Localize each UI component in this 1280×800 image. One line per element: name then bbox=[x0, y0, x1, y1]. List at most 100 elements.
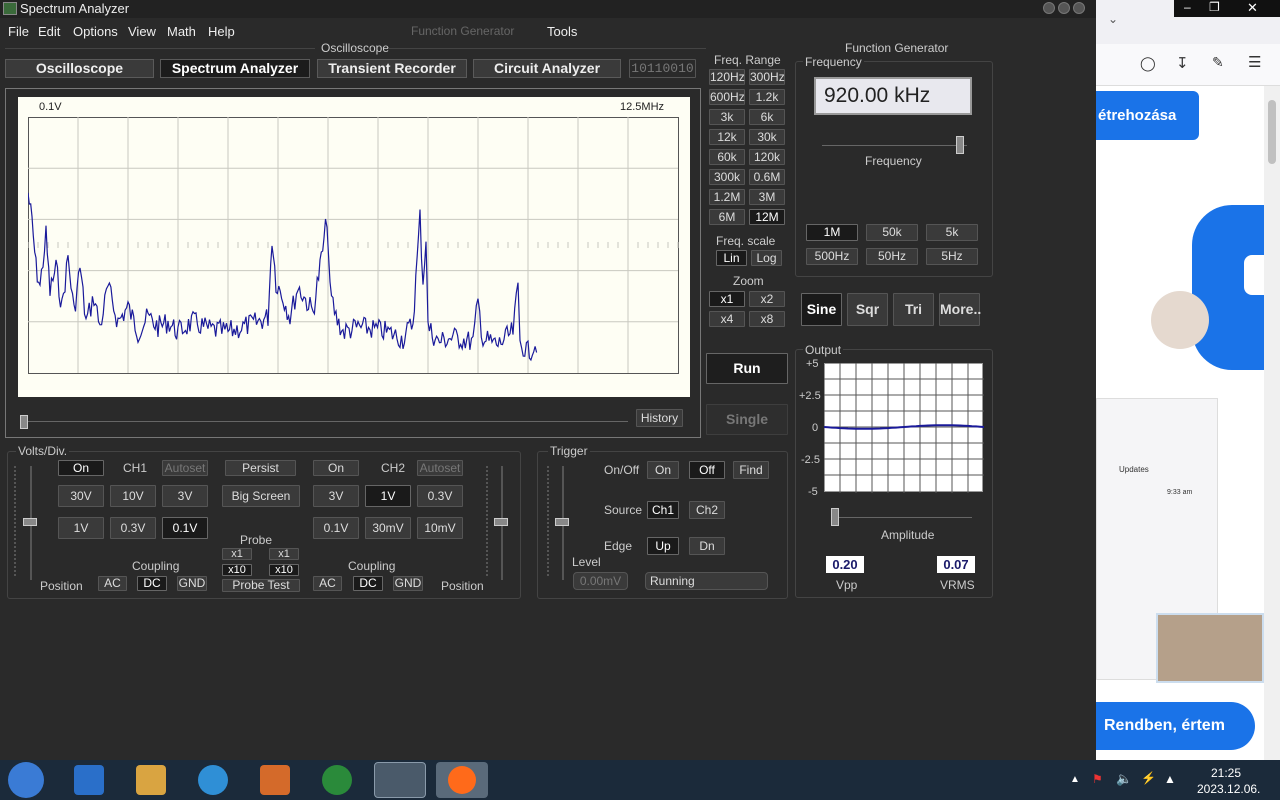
ch2-coupling-dc[interactable]: DC bbox=[353, 576, 383, 591]
frequency-range-button[interactable]: 5k bbox=[926, 224, 978, 241]
power-icon[interactable]: ⚡ bbox=[1141, 771, 1156, 785]
history-slider-knob[interactable] bbox=[20, 415, 28, 429]
freq-range-button[interactable]: 30k bbox=[749, 129, 785, 145]
frequency-slider-knob[interactable] bbox=[955, 136, 964, 154]
menu-icon[interactable]: ☰ bbox=[1248, 53, 1261, 71]
ch2-position-knob[interactable] bbox=[494, 518, 508, 526]
run-button[interactable]: Run bbox=[706, 353, 788, 384]
media-player-icon[interactable] bbox=[260, 765, 290, 795]
freq-range-button[interactable]: 6M bbox=[709, 209, 745, 225]
freq-range-button[interactable]: 3M bbox=[749, 189, 785, 205]
ch1-volt-button[interactable]: 30V bbox=[58, 485, 104, 507]
start-button[interactable] bbox=[8, 762, 44, 798]
close-icon[interactable]: ✕ bbox=[1247, 0, 1258, 16]
waveform-button-tri[interactable]: Tri bbox=[893, 293, 934, 326]
clock-date[interactable]: 2023.12.06. bbox=[1197, 782, 1260, 796]
freq-range-button[interactable]: 300Hz bbox=[749, 69, 785, 85]
ch1-probe-x10[interactable]: x10 bbox=[222, 564, 252, 576]
tab-oscilloscope[interactable]: Oscilloscope bbox=[5, 59, 154, 78]
ch2-volt-button[interactable]: 30mV bbox=[365, 517, 411, 539]
trigger-source-ch2[interactable]: Ch2 bbox=[689, 501, 725, 519]
freq-range-button[interactable]: 120Hz bbox=[709, 69, 745, 85]
frequency-range-button[interactable]: 5Hz bbox=[926, 248, 978, 265]
ch1-autoset-button[interactable]: Autoset bbox=[162, 460, 208, 476]
waveform-button-sqr[interactable]: Sqr bbox=[847, 293, 888, 326]
menu-math[interactable]: Math bbox=[167, 24, 196, 39]
trigger-find-button[interactable]: Find bbox=[733, 461, 769, 479]
zoom-x1-button[interactable]: x1 bbox=[709, 291, 745, 307]
probe-test-button[interactable]: Probe Test bbox=[222, 579, 300, 592]
freq-range-button[interactable]: 600Hz bbox=[709, 89, 745, 105]
freq-range-button[interactable]: 12k bbox=[709, 129, 745, 145]
ch2-volt-button[interactable]: 0.1V bbox=[313, 517, 359, 539]
ch2-volt-button[interactable]: 3V bbox=[313, 485, 359, 507]
history-button[interactable]: History bbox=[636, 409, 683, 427]
ch2-on-button[interactable]: On bbox=[313, 460, 359, 476]
waveform-button-more[interactable]: More.. bbox=[939, 293, 981, 326]
ch1-volt-button[interactable]: 1V bbox=[58, 517, 104, 539]
internet-explorer-icon[interactable] bbox=[74, 765, 104, 795]
file-explorer-icon[interactable] bbox=[136, 765, 166, 795]
trigger-off-button[interactable]: Off bbox=[689, 461, 725, 479]
scrollbar[interactable] bbox=[1264, 86, 1280, 760]
ch2-probe-x10[interactable]: x10 bbox=[269, 564, 299, 576]
ch1-position-knob[interactable] bbox=[23, 518, 37, 526]
trigger-level-knob[interactable] bbox=[555, 518, 569, 526]
ch1-volt-button[interactable]: 10V bbox=[110, 485, 156, 507]
menu-edit[interactable]: Edit bbox=[38, 24, 60, 39]
freq-range-button[interactable]: 6k bbox=[749, 109, 785, 125]
zoom-x4-button[interactable]: x4 bbox=[709, 311, 745, 327]
freq-range-button[interactable]: 0.6M bbox=[749, 169, 785, 185]
ch2-volt-button[interactable]: 10mV bbox=[417, 517, 463, 539]
scale-lin-button[interactable]: Lin bbox=[716, 250, 747, 266]
clock-time[interactable]: 21:25 bbox=[1211, 766, 1241, 780]
menu-function-generator[interactable]: Function Generator bbox=[411, 24, 514, 38]
ch2-volt-button[interactable]: 0.3V bbox=[417, 485, 463, 507]
scale-log-button[interactable]: Log bbox=[751, 250, 782, 266]
scrollbar-thumb[interactable] bbox=[1268, 100, 1276, 164]
close-button[interactable] bbox=[1073, 2, 1085, 14]
maximize-button[interactable] bbox=[1058, 2, 1070, 14]
waveform-button-sine[interactable]: Sine bbox=[801, 293, 842, 326]
ch1-volt-button[interactable]: 0.1V bbox=[162, 517, 208, 539]
frequency-range-button[interactable]: 50Hz bbox=[866, 248, 918, 265]
trigger-edge-up[interactable]: Up bbox=[647, 537, 679, 555]
ok-button[interactable]: Rendben, értem bbox=[1096, 702, 1255, 750]
spectrum-analyzer-taskbar-icon[interactable] bbox=[374, 762, 426, 798]
ch1-volt-button[interactable]: 3V bbox=[162, 485, 208, 507]
amplitude-slider-knob[interactable] bbox=[830, 508, 839, 526]
download-icon[interactable]: ↧ bbox=[1176, 54, 1189, 72]
ch2-autoset-button[interactable]: Autoset bbox=[417, 460, 463, 476]
trigger-edge-dn[interactable]: Dn bbox=[689, 537, 725, 555]
volume-icon[interactable]: 🔈 bbox=[1116, 771, 1132, 787]
create-account-button[interactable]: étrehozása bbox=[1096, 91, 1199, 140]
ch1-coupling-gnd[interactable]: GND bbox=[177, 576, 207, 591]
tab-circuit-analyzer[interactable]: Circuit Analyzer bbox=[473, 59, 621, 78]
restore-icon[interactable]: ❐ bbox=[1209, 0, 1220, 14]
tray-expand-icon[interactable]: ▲ bbox=[1070, 774, 1080, 785]
network-warning-icon[interactable]: ⚑ bbox=[1092, 772, 1103, 786]
signal-icon[interactable]: ▲ bbox=[1164, 772, 1176, 786]
extensions-icon[interactable]: ✎ bbox=[1212, 54, 1224, 71]
freq-range-button[interactable]: 120k bbox=[749, 149, 785, 165]
freq-range-button[interactable]: 1.2M bbox=[709, 189, 745, 205]
trigger-source-ch1[interactable]: Ch1 bbox=[647, 501, 679, 519]
menu-tools[interactable]: Tools bbox=[547, 24, 577, 39]
tab-spectrum-analyzer[interactable]: Spectrum Analyzer bbox=[160, 59, 310, 78]
ch1-coupling-ac[interactable]: AC bbox=[98, 576, 127, 591]
ch2-coupling-ac[interactable]: AC bbox=[313, 576, 342, 591]
freq-range-button[interactable]: 3k bbox=[709, 109, 745, 125]
ch2-volt-button[interactable]: 1V bbox=[365, 485, 411, 507]
freq-range-button[interactable]: 12M bbox=[749, 209, 785, 225]
ch1-volt-button[interactable]: 0.3V bbox=[110, 517, 156, 539]
menu-help[interactable]: Help bbox=[208, 24, 235, 39]
frequency-range-button[interactable]: 50k bbox=[866, 224, 918, 241]
menu-file[interactable]: File bbox=[8, 24, 29, 39]
ch1-coupling-dc[interactable]: DC bbox=[137, 576, 167, 591]
firefox-taskbar-icon[interactable] bbox=[436, 762, 488, 798]
freq-range-button[interactable]: 300k bbox=[709, 169, 745, 185]
tab-transient-recorder[interactable]: Transient Recorder bbox=[317, 59, 467, 78]
ch1-probe-x1[interactable]: x1 bbox=[222, 548, 252, 560]
pocket-icon[interactable]: ◯ bbox=[1140, 55, 1156, 72]
ch2-coupling-gnd[interactable]: GND bbox=[393, 576, 423, 591]
